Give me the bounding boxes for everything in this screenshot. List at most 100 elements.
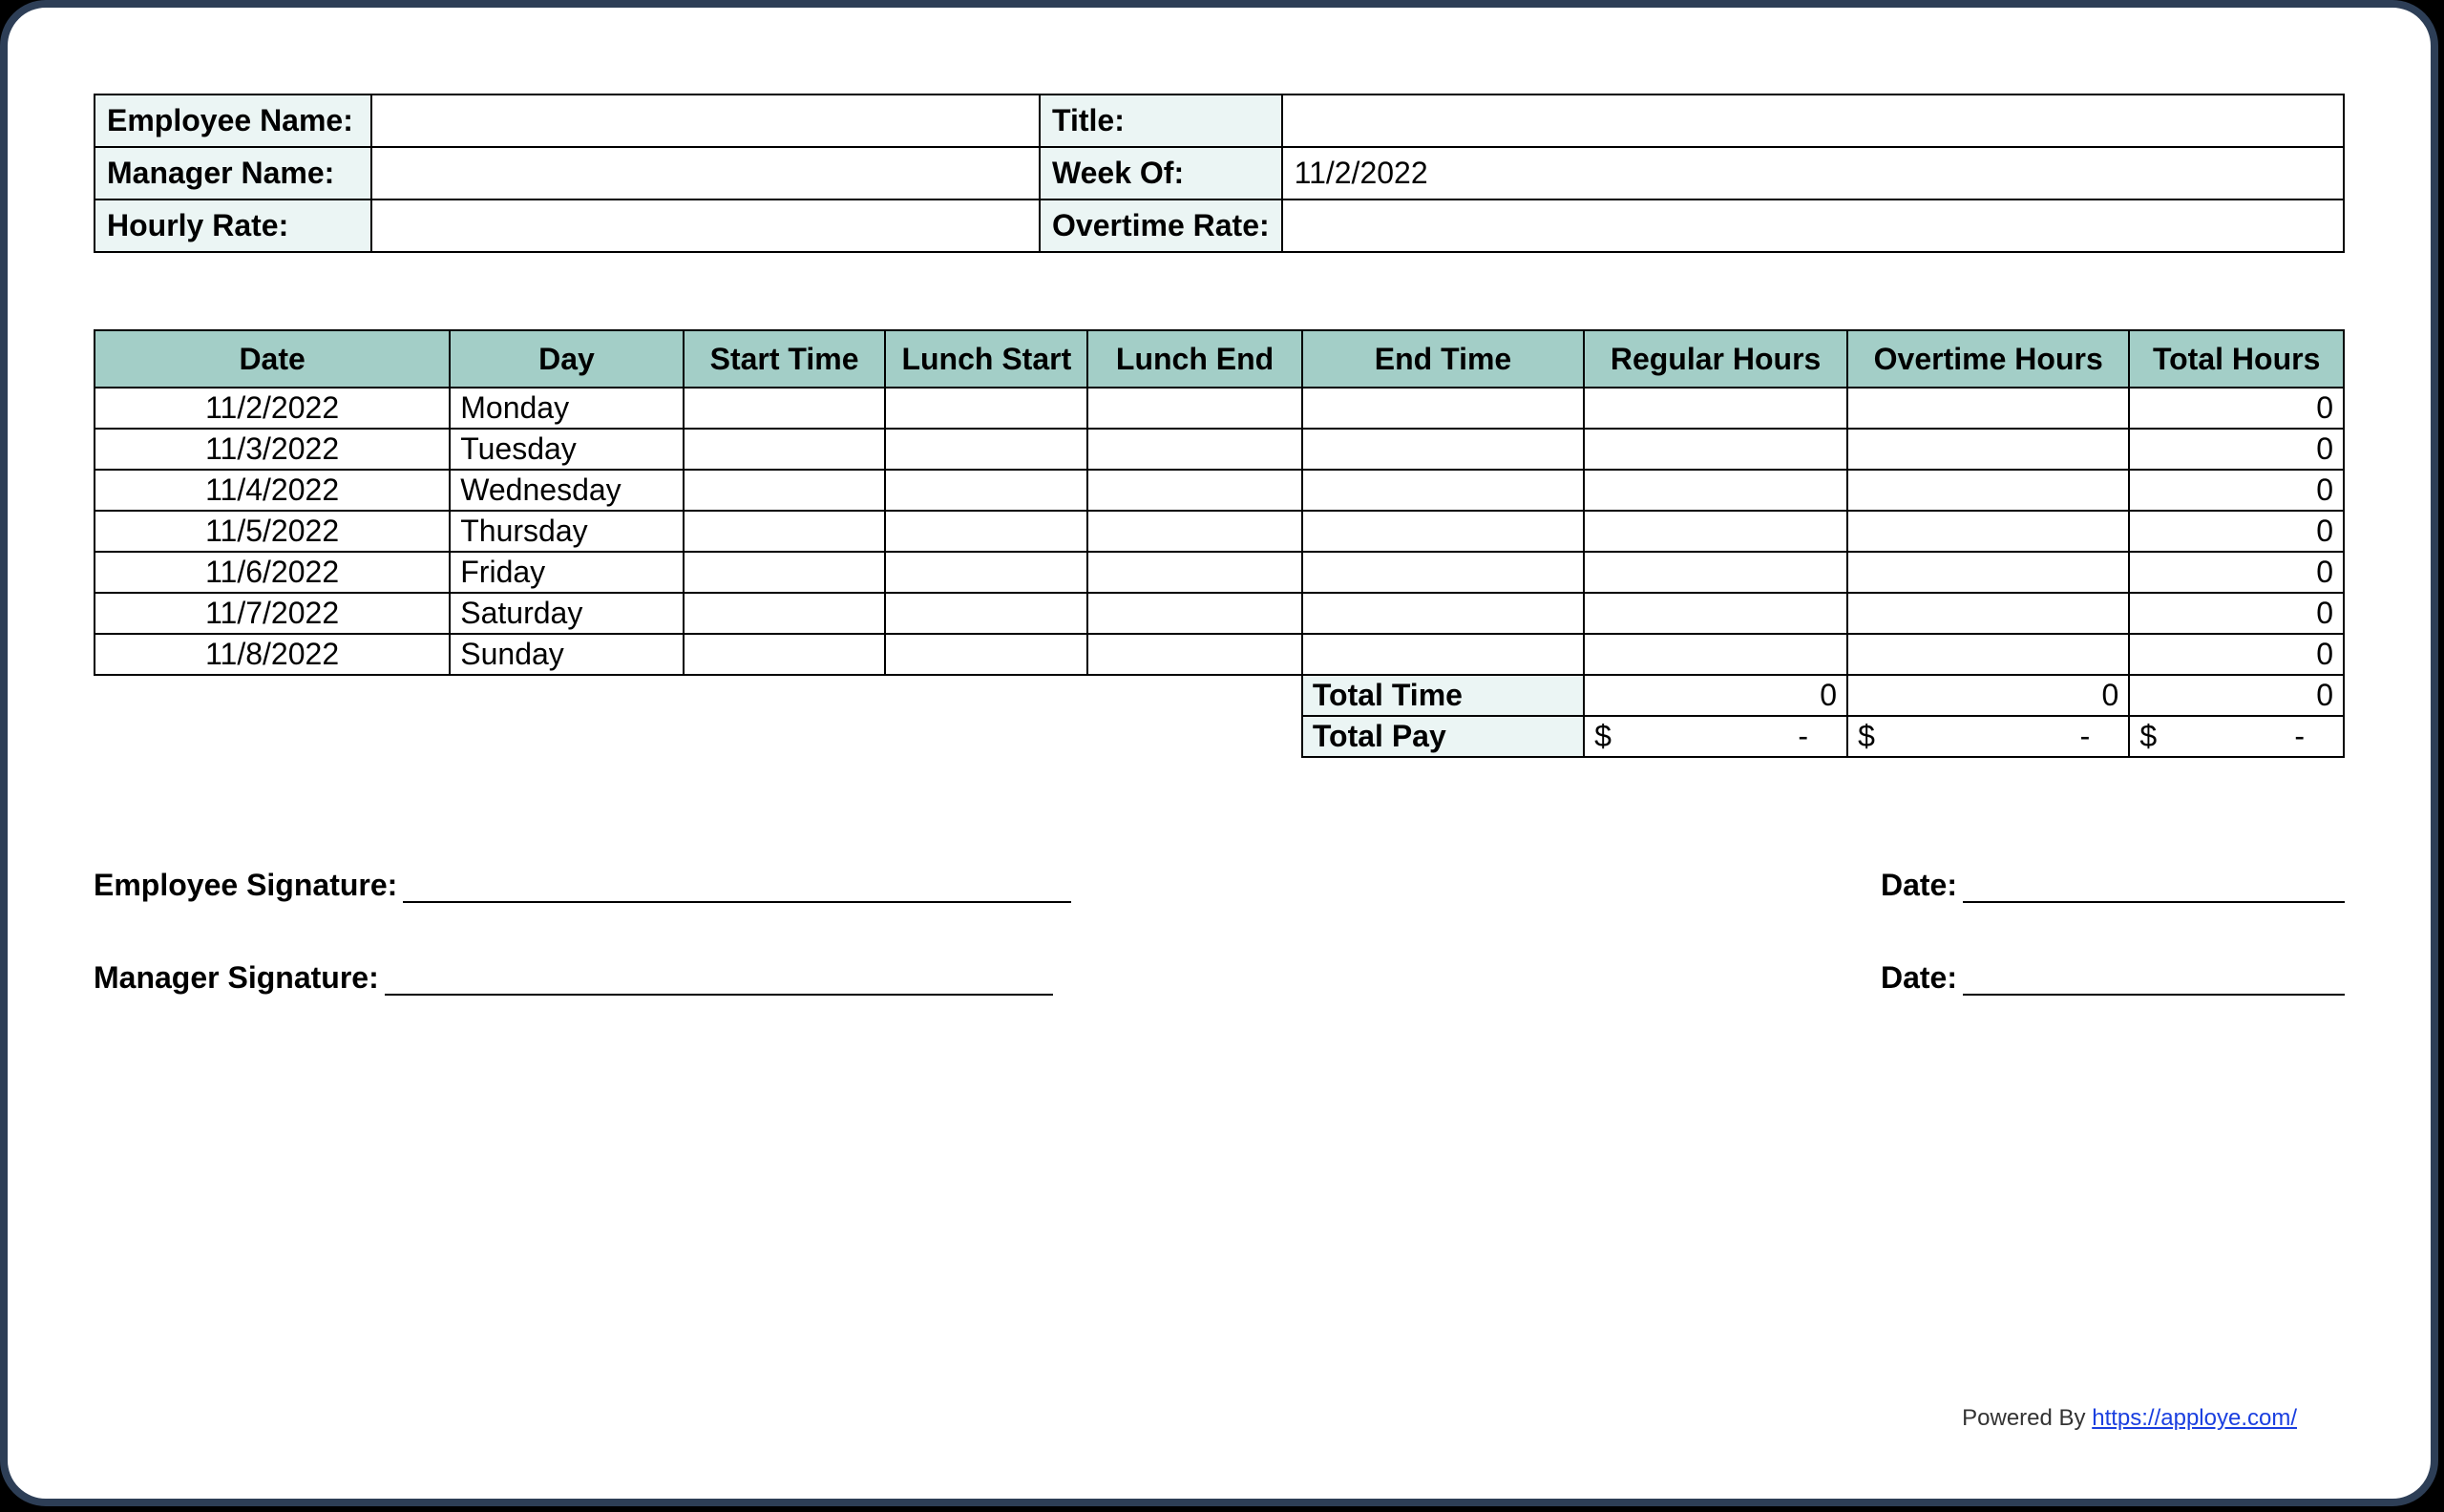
- cell-overtime[interactable]: [1847, 429, 2129, 470]
- employee-signature-label: Employee Signature:: [94, 868, 397, 903]
- signature-section: Employee Signature: Date: Manager Signat…: [94, 868, 2345, 996]
- cell-lunch-end[interactable]: [1087, 511, 1302, 552]
- cell-regular[interactable]: [1584, 470, 1847, 511]
- manager-name-value[interactable]: [371, 147, 1040, 200]
- cell-day: Saturday: [450, 593, 683, 634]
- cell-date: 11/2/2022: [95, 388, 450, 429]
- cell-overtime[interactable]: [1847, 388, 2129, 429]
- cell-lunch-end[interactable]: [1087, 593, 1302, 634]
- hourly-rate-value[interactable]: [371, 200, 1040, 252]
- cell-day: Friday: [450, 552, 683, 593]
- timesheet-table: Date Day Start Time Lunch Start Lunch En…: [94, 329, 2345, 758]
- col-day: Day: [450, 330, 683, 388]
- cell-lunch-end[interactable]: [1087, 552, 1302, 593]
- cell-total: 0: [2129, 552, 2344, 593]
- cell-total: 0: [2129, 634, 2344, 675]
- cell-start[interactable]: [684, 511, 886, 552]
- table-row: 11/5/2022Thursday0: [95, 511, 2344, 552]
- cell-lunch-start[interactable]: [885, 552, 1087, 593]
- cell-end[interactable]: [1302, 593, 1584, 634]
- week-of-value[interactable]: 11/2/2022: [1282, 147, 2344, 200]
- cell-regular[interactable]: [1584, 593, 1847, 634]
- cell-end[interactable]: [1302, 634, 1584, 675]
- cell-day: Thursday: [450, 511, 683, 552]
- cell-start[interactable]: [684, 429, 886, 470]
- cell-end[interactable]: [1302, 552, 1584, 593]
- total-pay-row: Total Pay $ - $ - $ -: [95, 716, 2344, 757]
- total-pay-total: $ -: [2129, 716, 2344, 757]
- cell-end[interactable]: [1302, 429, 1584, 470]
- cell-total: 0: [2129, 511, 2344, 552]
- info-row-rates: Hourly Rate: Overtime Rate:: [95, 200, 2344, 252]
- pay-overtime-value: -: [2080, 719, 2119, 754]
- cell-start[interactable]: [684, 470, 886, 511]
- total-pay-label: Total Pay: [1302, 716, 1584, 757]
- cell-end[interactable]: [1302, 511, 1584, 552]
- col-start: Start Time: [684, 330, 886, 388]
- col-end: End Time: [1302, 330, 1584, 388]
- cell-day: Monday: [450, 388, 683, 429]
- cell-lunch-end[interactable]: [1087, 634, 1302, 675]
- powered-by-link[interactable]: https://apploye.com/: [2092, 1405, 2297, 1431]
- cell-total: 0: [2129, 470, 2344, 511]
- cell-overtime[interactable]: [1847, 511, 2129, 552]
- hourly-rate-label: Hourly Rate:: [95, 200, 371, 252]
- total-time-overtime: 0: [1847, 675, 2129, 716]
- cell-lunch-start[interactable]: [885, 429, 1087, 470]
- cell-regular[interactable]: [1584, 511, 1847, 552]
- cell-total: 0: [2129, 593, 2344, 634]
- pay-total-currency: $: [2139, 719, 2157, 754]
- cell-lunch-end[interactable]: [1087, 429, 1302, 470]
- employee-signature-line[interactable]: [403, 869, 1071, 903]
- title-value[interactable]: [1282, 94, 2344, 147]
- cell-date: 11/4/2022: [95, 470, 450, 511]
- cell-lunch-start[interactable]: [885, 593, 1087, 634]
- timesheet-document: Employee Name: Title: Manager Name: Week…: [0, 0, 2438, 1506]
- cell-lunch-start[interactable]: [885, 388, 1087, 429]
- cell-date: 11/7/2022: [95, 593, 450, 634]
- total-pay-regular: $ -: [1584, 716, 1847, 757]
- cell-regular[interactable]: [1584, 388, 1847, 429]
- cell-regular[interactable]: [1584, 552, 1847, 593]
- cell-lunch-start[interactable]: [885, 511, 1087, 552]
- cell-start[interactable]: [684, 388, 886, 429]
- cell-start[interactable]: [684, 634, 886, 675]
- pay-total-value: -: [2294, 719, 2333, 754]
- cell-start[interactable]: [684, 593, 886, 634]
- cell-start[interactable]: [684, 552, 886, 593]
- cell-total: 0: [2129, 429, 2344, 470]
- employee-name-value[interactable]: [371, 94, 1040, 147]
- manager-signature-line[interactable]: [385, 961, 1053, 996]
- cell-overtime[interactable]: [1847, 552, 2129, 593]
- cell-lunch-start[interactable]: [885, 470, 1087, 511]
- timesheet-header-row: Date Day Start Time Lunch Start Lunch En…: [95, 330, 2344, 388]
- cell-regular[interactable]: [1584, 429, 1847, 470]
- col-date: Date: [95, 330, 450, 388]
- total-pay-overtime: $ -: [1847, 716, 2129, 757]
- cell-lunch-end[interactable]: [1087, 470, 1302, 511]
- footer: Powered By https://apploye.com/: [1962, 1405, 2297, 1432]
- powered-by-text: Powered By: [1962, 1405, 2092, 1431]
- cell-lunch-start[interactable]: [885, 634, 1087, 675]
- cell-end[interactable]: [1302, 388, 1584, 429]
- cell-overtime[interactable]: [1847, 470, 2129, 511]
- employee-signature-row: Employee Signature: Date:: [94, 868, 2345, 903]
- col-total: Total Hours: [2129, 330, 2344, 388]
- table-row: 11/7/2022Saturday 0: [95, 593, 2344, 634]
- total-time-row: Total Time 0 0 0: [95, 675, 2344, 716]
- cell-lunch-end[interactable]: [1087, 388, 1302, 429]
- manager-signature-date-line[interactable]: [1963, 961, 2345, 996]
- manager-name-label: Manager Name:: [95, 147, 371, 200]
- cell-overtime[interactable]: [1847, 634, 2129, 675]
- cell-regular[interactable]: [1584, 634, 1847, 675]
- manager-signature-date-label: Date:: [1881, 960, 1957, 996]
- overtime-rate-value[interactable]: [1282, 200, 2344, 252]
- table-row: 11/6/2022Friday0: [95, 552, 2344, 593]
- cell-total: 0: [2129, 388, 2344, 429]
- employee-signature-date-line[interactable]: [1963, 869, 2345, 903]
- total-time-total: 0: [2129, 675, 2344, 716]
- cell-overtime[interactable]: [1847, 593, 2129, 634]
- cell-end[interactable]: [1302, 470, 1584, 511]
- col-overtime: Overtime Hours: [1847, 330, 2129, 388]
- cell-day: Wednesday: [450, 470, 683, 511]
